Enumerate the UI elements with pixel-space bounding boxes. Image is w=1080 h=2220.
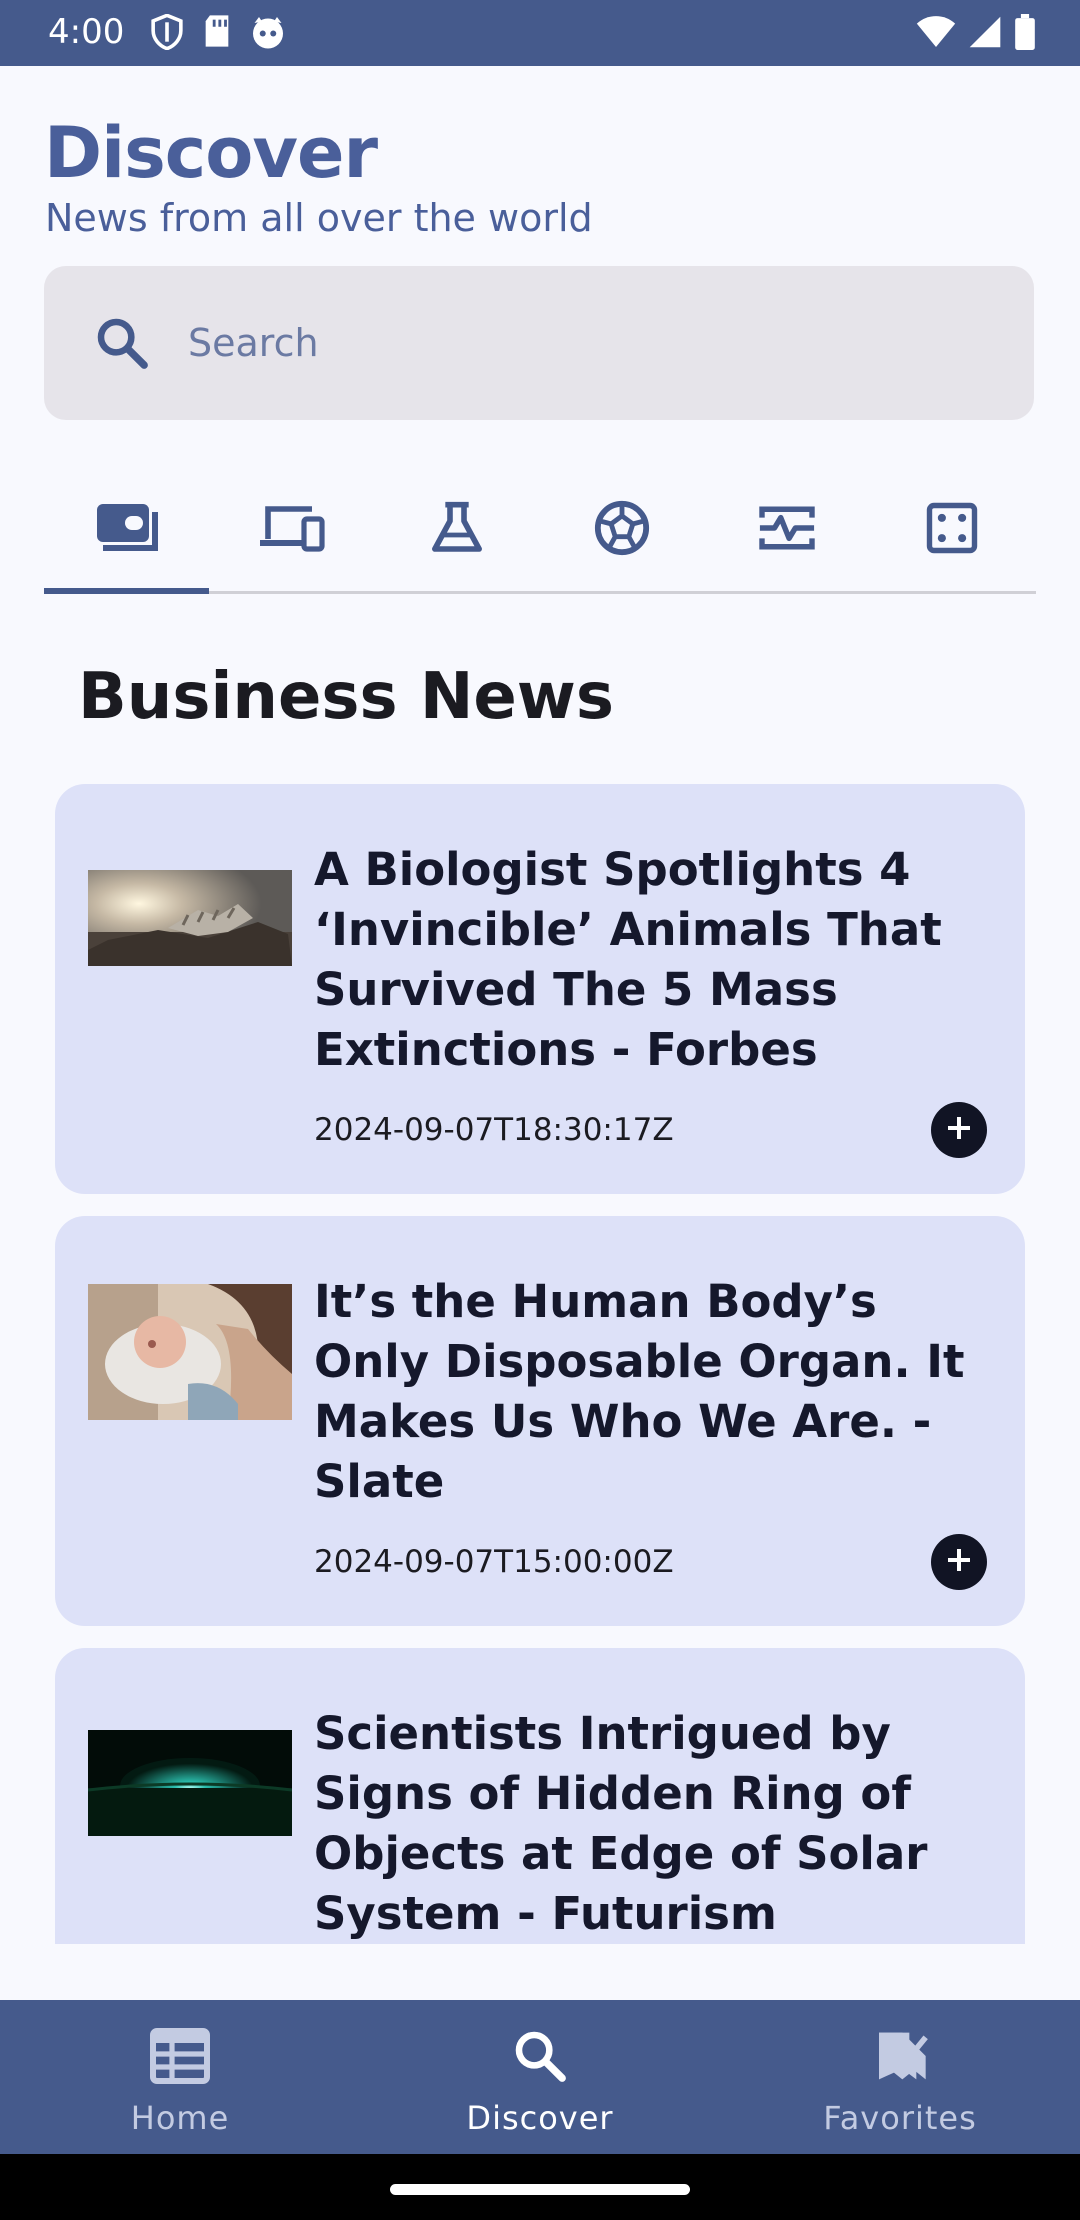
newspaper-icon xyxy=(150,2028,210,2089)
sd-card-icon xyxy=(202,14,232,55)
shield-icon xyxy=(150,13,184,55)
entertainment-icon xyxy=(925,501,979,560)
article-title: Scientists Intrigued by Signs of Hidden … xyxy=(314,1707,928,1940)
battery-icon xyxy=(1014,14,1036,55)
nav-label: Home xyxy=(130,2099,230,2137)
nav-label: Favorites xyxy=(823,2099,977,2137)
tab-science[interactable] xyxy=(374,470,539,591)
system-gesture-bar xyxy=(0,2154,1080,2220)
newborn-thumbnail xyxy=(88,1284,292,1420)
science-icon xyxy=(429,500,485,561)
skeleton-thumbnail xyxy=(88,870,292,966)
tab-sports[interactable] xyxy=(539,470,704,591)
article-card[interactable]: A Biologist Spotlights 4 ‘Invincible’ An… xyxy=(55,784,1025,1194)
article-card[interactable]: Scientists Intrigued by Signs of Hidden … xyxy=(55,1648,1025,1944)
plus-icon xyxy=(945,1114,973,1147)
business-icon xyxy=(95,502,159,559)
news-feed[interactable]: A Biologist Spotlights 4 ‘Invincible’ An… xyxy=(55,784,1025,1944)
search-box[interactable] xyxy=(44,266,1034,420)
section-title: Business News xyxy=(78,660,614,734)
nav-favorites[interactable]: Favorites xyxy=(720,2000,1080,2154)
status-right-icons xyxy=(916,14,1036,55)
bookmark-check-icon xyxy=(872,2028,928,2089)
nav-label: Discover xyxy=(466,2099,614,2137)
article-title: A Biologist Spotlights 4 ‘Invincible’ An… xyxy=(314,843,942,1076)
wifi-icon xyxy=(916,15,956,54)
add-favorite-button[interactable] xyxy=(931,1534,987,1590)
tab-business[interactable] xyxy=(44,470,209,594)
devices-icon xyxy=(258,503,326,558)
status-left-icons xyxy=(150,13,286,55)
tab-entertainment[interactable] xyxy=(869,470,1034,591)
article-card[interactable]: It’s the Human Body’s Only Disposable Or… xyxy=(55,1216,1025,1626)
add-favorite-button[interactable] xyxy=(931,1102,987,1158)
article-date: 2024-09-07T15:00:00Z xyxy=(314,1544,674,1580)
cat-icon xyxy=(250,14,286,55)
article-date: 2024-09-07T18:30:17Z xyxy=(314,1112,674,1148)
nav-discover[interactable]: Discover xyxy=(360,2000,720,2154)
plus-icon xyxy=(945,1546,973,1579)
tab-health[interactable] xyxy=(704,470,869,591)
search-input[interactable] xyxy=(188,306,988,380)
status-time: 4:00 xyxy=(48,12,125,52)
health-icon xyxy=(757,503,817,558)
space-thumbnail xyxy=(88,1730,292,1836)
search-icon xyxy=(512,2028,568,2089)
page-title: Discover xyxy=(44,112,378,194)
article-title: It’s the Human Body’s Only Disposable Or… xyxy=(314,1275,965,1508)
category-tabs xyxy=(44,470,1036,594)
nav-home[interactable]: Home xyxy=(0,2000,360,2154)
search-icon xyxy=(94,315,150,376)
signal-icon xyxy=(968,15,1002,54)
home-gesture-handle[interactable] xyxy=(390,2184,690,2195)
bottom-navigation: Home Discover Favorites xyxy=(0,2000,1080,2154)
tab-technology[interactable] xyxy=(209,470,374,591)
status-bar: 4:00 xyxy=(0,0,1080,66)
page-subtitle: News from all over the world xyxy=(45,196,593,240)
sports-icon xyxy=(593,499,651,562)
